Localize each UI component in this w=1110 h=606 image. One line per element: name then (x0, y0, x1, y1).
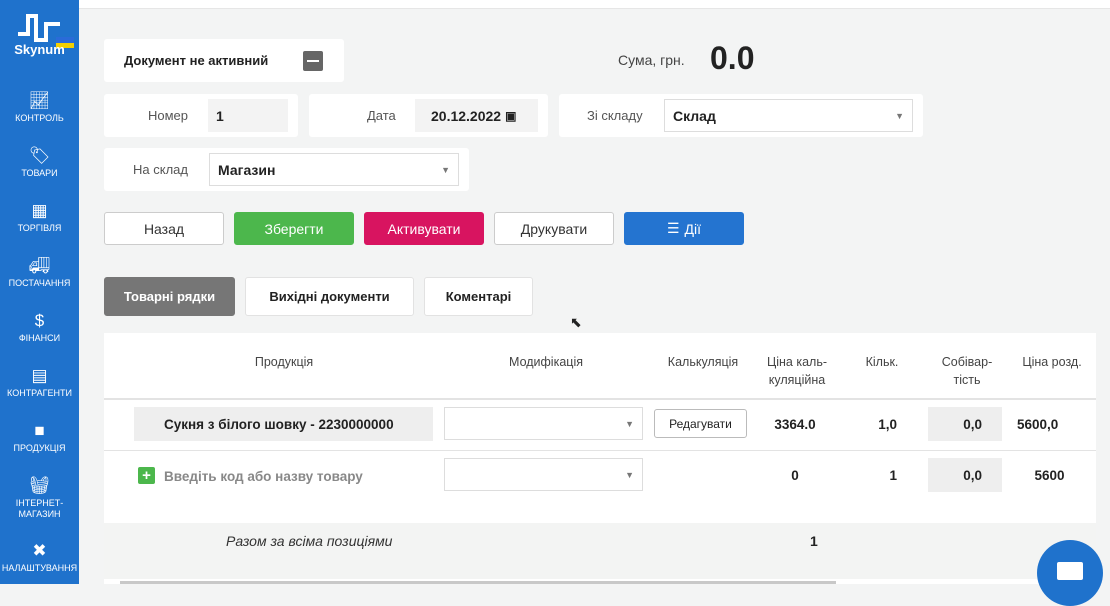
col-cost: Собівар-тість (941, 355, 993, 387)
number-field: Номер 1 (104, 94, 298, 137)
new-retail-price[interactable]: 5600 (1012, 458, 1087, 492)
nav-label: ФІНАНСИ (18, 333, 61, 343)
col-calculation: Калькуляція (667, 355, 739, 369)
chevron-down-icon: ▼ (625, 418, 634, 429)
number-input[interactable]: 1 (208, 99, 288, 132)
nav-label: КОНТРОЛЬ (15, 113, 64, 123)
truck-icon: 🚚︎ (28, 256, 51, 275)
total-qty: 1 (810, 533, 818, 549)
col-product: Продукція (254, 355, 314, 369)
product-table: Продукція Модифікація Калькуляція Ціна к… (104, 333, 1096, 584)
to-warehouse-field: На склад Магазин ▼ (104, 148, 469, 191)
nav-settings[interactable]: ✖ НАЛАШТУВАННЯ (0, 541, 79, 574)
list-check-icon: ☰ (666, 220, 680, 236)
save-button[interactable]: Зберегти (234, 212, 354, 245)
nav-control[interactable]: 📈︎ КОНТРОЛЬ (0, 91, 79, 124)
chat-button[interactable] (1037, 540, 1103, 606)
brand-name: Skynum (14, 42, 65, 57)
chat-icon (1057, 562, 1083, 580)
cost-value: 0,0 (928, 407, 1002, 441)
edit-calculation-button[interactable]: Редагувати (654, 409, 747, 438)
to-label: На склад (133, 162, 188, 177)
nav-label: ПРОДУКЦІЯ (13, 443, 66, 453)
tools-icon: ✖ (32, 541, 47, 560)
sum-value: 0.0 (710, 40, 755, 76)
minus-toggle-icon[interactable] (303, 51, 323, 71)
nav-label: ТОВАРИ (21, 168, 58, 178)
contact-card-icon: ▤ (31, 366, 48, 385)
col-modification: Модифікація (509, 355, 583, 369)
number-label: Номер (148, 108, 189, 123)
nav-goods[interactable]: 🏷︎ ТОВАРИ (0, 146, 79, 179)
qty-input[interactable]: 1,0 (842, 407, 917, 441)
status-text: Документ не активний (124, 53, 269, 68)
back-button[interactable]: Назад (104, 212, 224, 245)
nav-production[interactable]: ■ ПРОДУКЦІЯ (0, 421, 79, 454)
new-calc-price: 0 (791, 467, 799, 483)
mouse-cursor: ⬉ (570, 314, 582, 330)
tab-output-documents[interactable]: Вихідні документи (245, 277, 414, 316)
tags-icon: 🏷︎ (28, 146, 51, 165)
status-card: Документ не активний (104, 39, 344, 82)
divider (104, 398, 1096, 400)
print-button[interactable]: Друкувати (494, 212, 614, 245)
col-retail-price: Ціна розд. (1022, 355, 1082, 369)
total-label: Разом за всіма позиціями (226, 533, 393, 549)
col-calc-price: Ціна каль-куляційна (766, 355, 828, 387)
from-warehouse-select[interactable]: Склад ▼ (664, 99, 913, 132)
date-input[interactable]: 20.12.2022 ▣ (415, 99, 538, 132)
nav-label: НАЛАШТУВАННЯ (1, 563, 78, 573)
chevron-down-icon: ▼ (441, 164, 450, 175)
money-hand-icon: $ (34, 311, 45, 330)
nav-trade[interactable]: ▦ ТОРГІВЛЯ (0, 201, 79, 234)
nav-finance[interactable]: $ ФІНАНСИ (0, 311, 79, 344)
nav-eshop[interactable]: 🧺︎ ІНТЕРНЕТ-МАГАЗИН (0, 476, 79, 520)
chevron-down-icon: ▼ (625, 469, 634, 480)
nav-label: КОНТРАГЕНТИ (7, 388, 72, 398)
date-field: Дата 20.12.2022 ▣ (309, 94, 548, 137)
cash-register-icon: ▦ (31, 201, 48, 220)
new-cost: 0,0 (928, 458, 1002, 492)
basket-icon: 🧺︎ (28, 476, 51, 495)
date-value: 20.12.2022 (431, 107, 502, 124)
calc-price: 3364.0 (774, 416, 816, 432)
tab-product-rows[interactable]: Товарні рядки (104, 277, 235, 316)
nav-label: ІНТЕРНЕТ-МАГАЗИН (15, 498, 64, 519)
activate-button[interactable]: Активувати (364, 212, 484, 245)
nav-supply[interactable]: 🚚︎ ПОСТАЧАННЯ (0, 256, 79, 289)
product-name[interactable]: Сукня з білого шовку - 2230000000 (134, 407, 433, 441)
calendar-icon[interactable]: ▣ (505, 109, 516, 123)
sum-label: Сума, грн. (618, 52, 685, 68)
date-label: Дата (367, 108, 396, 123)
chart-icon: 📈︎ (28, 91, 51, 110)
top-bar (79, 0, 1110, 9)
new-qty[interactable]: 1 (842, 458, 917, 492)
nav-contractors[interactable]: ▤ КОНТРАГЕНТИ (0, 366, 79, 399)
add-icon[interactable]: + (138, 467, 155, 484)
actions-label: Дії (684, 220, 702, 237)
to-value: Магазин (218, 161, 276, 178)
from-label: Зі складу (587, 108, 643, 123)
totals-row: Разом за всіма позиціями 1 (104, 523, 1096, 579)
box-icon: ■ (34, 421, 45, 440)
new-product-input[interactable]: Введіть код або назву товару (164, 459, 363, 493)
nav-label: ТОРГІВЛЯ (17, 223, 62, 233)
col-qty: Кільк. (865, 355, 899, 369)
from-value: Склад (673, 107, 716, 124)
chevron-down-icon: ▼ (895, 110, 904, 121)
sidebar: Skynum 📈︎ КОНТРОЛЬ 🏷︎ ТОВАРИ ▦ ТОРГІВЛЯ 🚚︎ П… (0, 0, 79, 584)
actions-button[interactable]: ☰ Дії (624, 212, 744, 245)
tab-comments[interactable]: Коментарі (424, 277, 533, 316)
from-warehouse-field: Зі складу Склад ▼ (559, 94, 923, 137)
new-modification-select[interactable]: ▼ (444, 458, 643, 491)
to-warehouse-select[interactable]: Магазин ▼ (209, 153, 459, 186)
divider (104, 450, 1096, 451)
retail-price-input[interactable]: 5600,0 (1012, 407, 1087, 441)
modification-select[interactable]: ▼ (444, 407, 643, 440)
nav-label: ПОСТАЧАННЯ (8, 278, 71, 288)
